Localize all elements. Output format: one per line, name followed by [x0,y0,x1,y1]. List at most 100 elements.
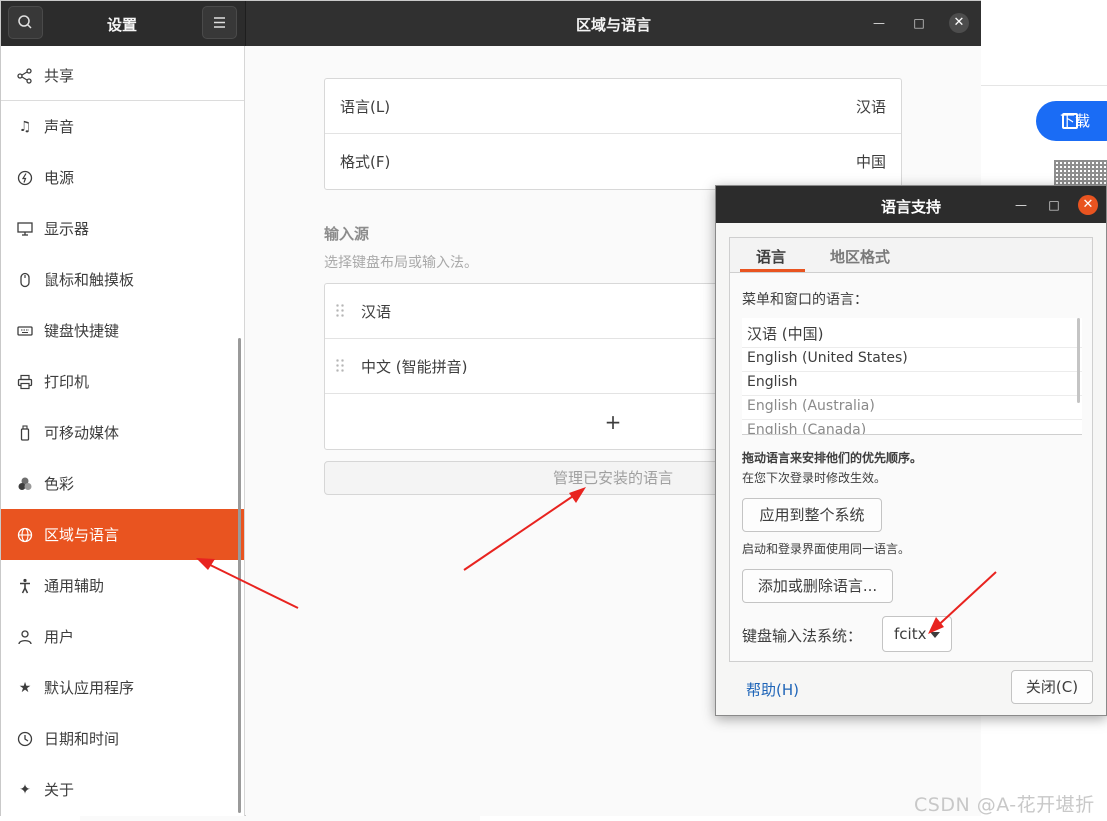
language-list-item[interactable]: 汉语 (中国) [747,323,823,344]
sidebar-item-users[interactable]: 用户 [1,611,244,662]
language-list-scrollbar[interactable] [1077,318,1080,403]
accessibility-icon [17,578,33,594]
minimize-icon: — [873,16,885,30]
sidebar-item-sharing[interactable]: 共享 [1,50,244,101]
sidebar-item-label: 关于 [44,781,75,799]
maximize-button[interactable]: □ [909,13,929,33]
mouse-icon [17,272,33,288]
input-method-system-label: 键盘输入法系统： [742,627,863,645]
list-divider [742,347,1082,348]
input-method-value: fcitx [894,625,927,643]
sidebar-item-mouse[interactable]: 鼠标和触摸板 [1,254,244,305]
search-button[interactable] [8,6,43,39]
sidebar-item-date-time[interactable]: 日期和时间 [1,713,244,764]
language-label: 语言(L) [340,97,391,116]
usb-drive-icon [17,424,33,441]
language-support-dialog: 语言支持 — □ ✕ 语言 地区格式 菜单和窗口的语言： 汉语 (中国) Eng… [715,185,1107,716]
sidebar-header: 设置 [1,1,245,46]
sidebar-item-label: 声音 [44,118,75,136]
keyboard-icon [17,323,33,339]
sidebar-item-sound[interactable]: ♫ 声音 [1,101,244,152]
format-value: 中国 [855,153,886,171]
dropdown-caret-icon [930,632,940,638]
sidebar-item-label: 日期和时间 [44,730,120,748]
tab-language[interactable]: 语言 [756,246,786,267]
input-method-system-select[interactable]: fcitx [882,616,952,652]
dialog-close-action-button[interactable]: 关闭(C) [1011,670,1093,704]
list-divider [742,371,1082,372]
sidebar-item-label: 共享 [44,67,75,85]
sidebar-item-label: 键盘快捷键 [44,322,120,340]
language-list-item[interactable]: English (United States) [747,350,908,366]
display-icon [17,221,33,237]
dialog-header: 语言支持 — □ ✕ [716,186,1106,223]
tab-regional-formats[interactable]: 地区格式 [830,246,890,267]
hamburger-icon [214,17,225,28]
sidebar-item-label: 鼠标和触摸板 [44,271,135,289]
list-bottom-border [742,434,1082,435]
sidebar-item-label: 用户 [44,628,75,646]
sidebar-item-about[interactable]: ✦ 关于 [1,764,244,815]
dialog-maximize-button[interactable]: □ [1044,195,1064,215]
sidebar-item-label: 通用辅助 [44,577,105,595]
close-button[interactable]: ✕ [949,13,969,33]
plus-icon: + [604,409,622,434]
drag-order-hint: 拖动语言来安排他们的优先顺序。 [742,451,923,465]
sidebar-item-label: 电源 [44,169,75,187]
globe-icon [17,527,33,543]
sparkle-icon: ✦ [19,781,31,798]
help-button[interactable]: 帮助(H) [746,679,799,700]
sidebar-item-accessibility[interactable]: 通用辅助 [1,560,244,611]
drag-handle-icon[interactable] [335,358,345,374]
language-list-item[interactable]: English (Australia) [747,398,875,414]
language-list: 汉语 (中国) English (United States) English … [742,318,1082,435]
dialog-tabs-area: 语言 地区格式 菜单和窗口的语言： 汉语 (中国) English (Unite… [729,237,1093,662]
window-title: 区域与语言 [576,16,652,34]
next-login-hint: 在您下次登录时修改生效。 [742,471,887,485]
sidebar-item-power[interactable]: 电源 [1,152,244,203]
dialog-close-button[interactable]: ✕ [1078,195,1098,215]
sidebar-item-label: 默认应用程序 [44,679,135,697]
power-icon [17,170,33,186]
minimize-button[interactable]: — [869,13,889,33]
user-icon [17,629,33,645]
input-source-label: 汉语 [361,302,392,321]
list-divider [742,395,1082,396]
star-icon: ★ [18,679,32,696]
sidebar-item-removable-media[interactable]: 可移动媒体 [1,407,244,458]
language-value: 汉语 [855,97,886,116]
add-remove-languages-button[interactable]: 添加或删除语言... [742,569,893,603]
window-header: 区域与语言 — □ ✕ [245,1,981,46]
list-divider [742,419,1082,420]
sidebar-item-color[interactable]: 色彩 [1,458,244,509]
sidebar-scrollbar[interactable] [238,338,241,813]
sidebar: 共享 ♫ 声音 电源 显示器 鼠标和触摸板 键盘快捷键 打印机 可移动媒体 色彩… [1,46,245,816]
language-row[interactable]: 语言(L) 汉语 [325,79,901,134]
background-download-button[interactable]: 下载 [1036,101,1107,141]
sidebar-item-display[interactable]: 显示器 [1,203,244,254]
maximize-icon: □ [1048,198,1060,212]
tab-bar: 语言 地区格式 [730,238,1092,273]
menu-language-label: 菜单和窗口的语言： [742,292,868,308]
sidebar-item-keyboard-shortcuts[interactable]: 键盘快捷键 [1,305,244,356]
input-source-label: 中文 (智能拼音) [361,357,468,376]
sidebar-item-label: 区域与语言 [44,526,120,544]
language-list-item[interactable]: English [747,374,798,390]
sidebar-item-label: 打印机 [44,373,90,391]
color-icon [17,476,33,492]
format-label: 格式(F) [340,153,391,171]
watermark-text: CSDN @A-花开堪折 [914,794,1095,816]
apply-system-wide-button[interactable]: 应用到整个系统 [742,498,882,532]
sidebar-item-printers[interactable]: 打印机 [1,356,244,407]
sidebar-item-default-apps[interactable]: ★ 默认应用程序 [1,662,244,713]
drag-handle-icon[interactable] [335,303,345,319]
region-card: 语言(L) 汉语 格式(F) 中国 [324,78,902,190]
apply-hint: 启动和登录界面使用同一语言。 [742,542,911,556]
dialog-minimize-button[interactable]: — [1011,195,1031,215]
scan-icon [1062,113,1078,129]
menu-button[interactable] [202,6,237,39]
format-row[interactable]: 格式(F) 中国 [325,134,901,189]
background-toolbar [980,44,1107,86]
sidebar-item-label: 可移动媒体 [44,424,120,442]
sidebar-item-region-language[interactable]: 区域与语言 [1,509,244,560]
